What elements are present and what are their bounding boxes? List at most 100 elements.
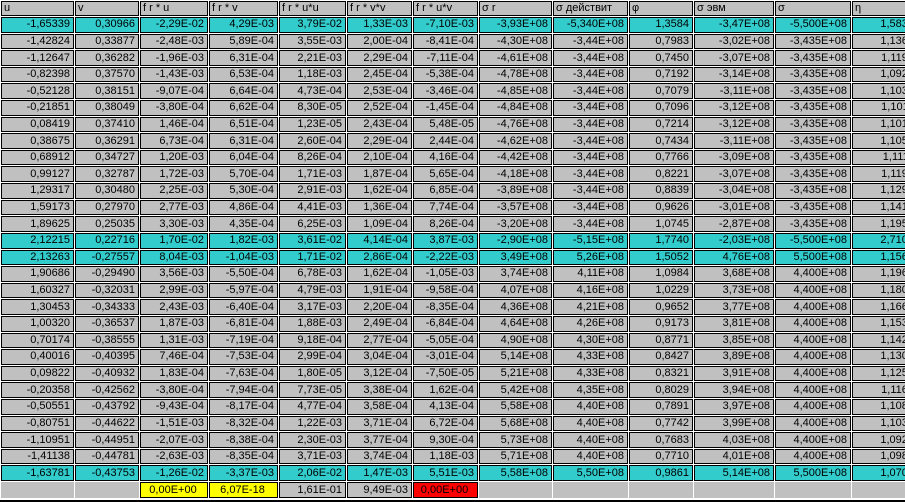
summary-cell-bordered[interactable]: 1,61E-01	[279, 482, 346, 498]
cell[interactable]: 1,1413	[852, 200, 905, 216]
highlighted-cell[interactable]: 1,33E-03	[347, 17, 412, 33]
cell[interactable]: 0,70174	[1, 333, 74, 349]
cell[interactable]: 4,13E-04	[413, 399, 478, 415]
cell[interactable]: -5,05E-04	[413, 333, 478, 349]
cell[interactable]: -5,97E-04	[209, 283, 278, 299]
cell[interactable]: 2,53E-04	[347, 83, 412, 99]
cell[interactable]: -3,435E+08	[775, 100, 851, 116]
cell[interactable]: 0,8029	[629, 382, 693, 398]
highlighted-cell[interactable]: 3,61E-02	[279, 233, 346, 249]
cell[interactable]: 2,20E-04	[347, 299, 412, 315]
cell[interactable]: 3,56E-03	[140, 266, 208, 282]
cell[interactable]: 1,90686	[1, 266, 74, 282]
cell[interactable]: -3,435E+08	[775, 216, 851, 232]
cell[interactable]: 4,77E-04	[279, 399, 346, 415]
highlighted-cell[interactable]: 4,76E+08	[694, 250, 774, 266]
cell[interactable]: -0,50551	[1, 399, 74, 415]
cell[interactable]: -3,44E+08	[553, 34, 628, 50]
cell[interactable]: 7,73E-05	[279, 382, 346, 398]
highlighted-cell[interactable]: 5,500E+08	[775, 250, 851, 266]
cell[interactable]: 1,1111	[852, 150, 905, 166]
cell[interactable]: -3,11E+08	[694, 83, 774, 99]
cell[interactable]: -5,50E-04	[209, 266, 278, 282]
cell[interactable]: 3,68E+08	[694, 266, 774, 282]
cell[interactable]: -8,41E-04	[413, 34, 478, 50]
cell[interactable]: 3,74E-04	[347, 449, 412, 465]
cell[interactable]: 1,0927	[852, 67, 905, 83]
cell[interactable]: 4,33E+08	[553, 366, 628, 382]
highlighted-cell[interactable]: 2,13263	[1, 250, 74, 266]
cell[interactable]: 1,00320	[1, 316, 74, 332]
cell[interactable]: 4,90E+08	[479, 333, 552, 349]
highlighted-cell[interactable]: -3,37E-03	[209, 465, 278, 481]
cell[interactable]: 0,08419	[1, 117, 74, 133]
cell[interactable]: 1,62E-04	[413, 382, 478, 398]
cell[interactable]: 4,40E+08	[553, 399, 628, 415]
cell[interactable]: 6,64E-04	[209, 83, 278, 99]
cell[interactable]: 3,94E+08	[694, 382, 774, 398]
cell[interactable]: -3,12E+08	[694, 117, 774, 133]
cell[interactable]: 1,1960	[852, 266, 905, 282]
cell[interactable]: 0,7192	[629, 67, 693, 83]
cell[interactable]: 2,99E-03	[140, 283, 208, 299]
cell[interactable]: 0,27970	[75, 200, 139, 216]
cell[interactable]: 1,87E-03	[140, 316, 208, 332]
cell[interactable]: 0,99127	[1, 166, 74, 182]
cell[interactable]: 1,18E-03	[279, 67, 346, 83]
summary-cell-red[interactable]: 0,00E+00	[413, 482, 478, 498]
cell[interactable]: -4,85E+08	[479, 83, 552, 99]
cell[interactable]: 2,99E-04	[279, 349, 346, 365]
cell[interactable]: 8,26E-04	[413, 216, 478, 232]
cell[interactable]: 1,18E-03	[413, 449, 478, 465]
cell[interactable]: -4,30E+08	[479, 34, 552, 50]
cell[interactable]: 0,38049	[75, 100, 139, 116]
cell[interactable]: -0,43792	[75, 399, 139, 415]
cell[interactable]: 0,40016	[1, 349, 74, 365]
cell[interactable]: 6,62E-04	[209, 100, 278, 116]
cell[interactable]: -0,80751	[1, 416, 74, 432]
cell[interactable]: 8,30E-05	[279, 100, 346, 116]
cell[interactable]: 0,9173	[629, 316, 693, 332]
cell[interactable]: -3,435E+08	[775, 183, 851, 199]
cell[interactable]: 1,71E-03	[279, 166, 346, 182]
cell[interactable]: 0,7079	[629, 83, 693, 99]
cell[interactable]: 4,01E+08	[694, 449, 774, 465]
cell[interactable]: 3,17E-03	[279, 299, 346, 315]
cell[interactable]: 0,09822	[1, 366, 74, 382]
cell[interactable]: 4,35E+08	[553, 382, 628, 398]
highlighted-cell[interactable]: 5,58E+08	[479, 465, 552, 481]
cell[interactable]: 7,46E-04	[140, 349, 208, 365]
highlighted-cell[interactable]: 1,0700	[852, 465, 905, 481]
cell[interactable]: -4,84E+08	[479, 100, 552, 116]
cell[interactable]: 5,58E+08	[479, 399, 552, 415]
cell[interactable]: 2,43E-03	[140, 299, 208, 315]
cell[interactable]: 3,77E+08	[694, 299, 774, 315]
highlighted-cell[interactable]: -1,65339	[1, 17, 74, 33]
cell[interactable]: 1,31E-03	[140, 333, 208, 349]
cell[interactable]: -3,89E+08	[479, 183, 552, 199]
cell[interactable]: -3,04E+08	[694, 183, 774, 199]
cell[interactable]: 4,86E-04	[209, 200, 278, 216]
cell[interactable]: -3,09E+08	[694, 150, 774, 166]
cell[interactable]: 1,0984	[629, 266, 693, 282]
highlighted-cell[interactable]: 1,82E-03	[209, 233, 278, 249]
cell[interactable]: 0,38151	[75, 83, 139, 99]
cell[interactable]: 4,400E+08	[775, 366, 851, 382]
cell[interactable]: -4,18E+08	[479, 166, 552, 182]
highlighted-cell[interactable]: -2,90E+08	[479, 233, 552, 249]
highlighted-cell[interactable]: 1,47E-03	[347, 465, 412, 481]
cell[interactable]: 4,400E+08	[775, 333, 851, 349]
cell[interactable]: -3,12E+08	[694, 100, 774, 116]
cell[interactable]: 4,16E-04	[413, 150, 478, 166]
cell[interactable]: 0,7434	[629, 133, 693, 149]
column-header[interactable]: u	[1, 1, 74, 16]
highlighted-cell[interactable]: 1,70E-02	[140, 233, 208, 249]
cell[interactable]: 1,30453	[1, 299, 74, 315]
cell[interactable]: 4,40E+08	[553, 432, 628, 448]
cell[interactable]: 1,88E-03	[279, 316, 346, 332]
cell[interactable]: 3,30E-03	[140, 216, 208, 232]
cell[interactable]: -1,51E-03	[140, 416, 208, 432]
cell[interactable]: 1,72E-03	[140, 166, 208, 182]
cell[interactable]: 3,74E+08	[479, 266, 552, 282]
cell[interactable]: 1,83E-04	[140, 366, 208, 382]
